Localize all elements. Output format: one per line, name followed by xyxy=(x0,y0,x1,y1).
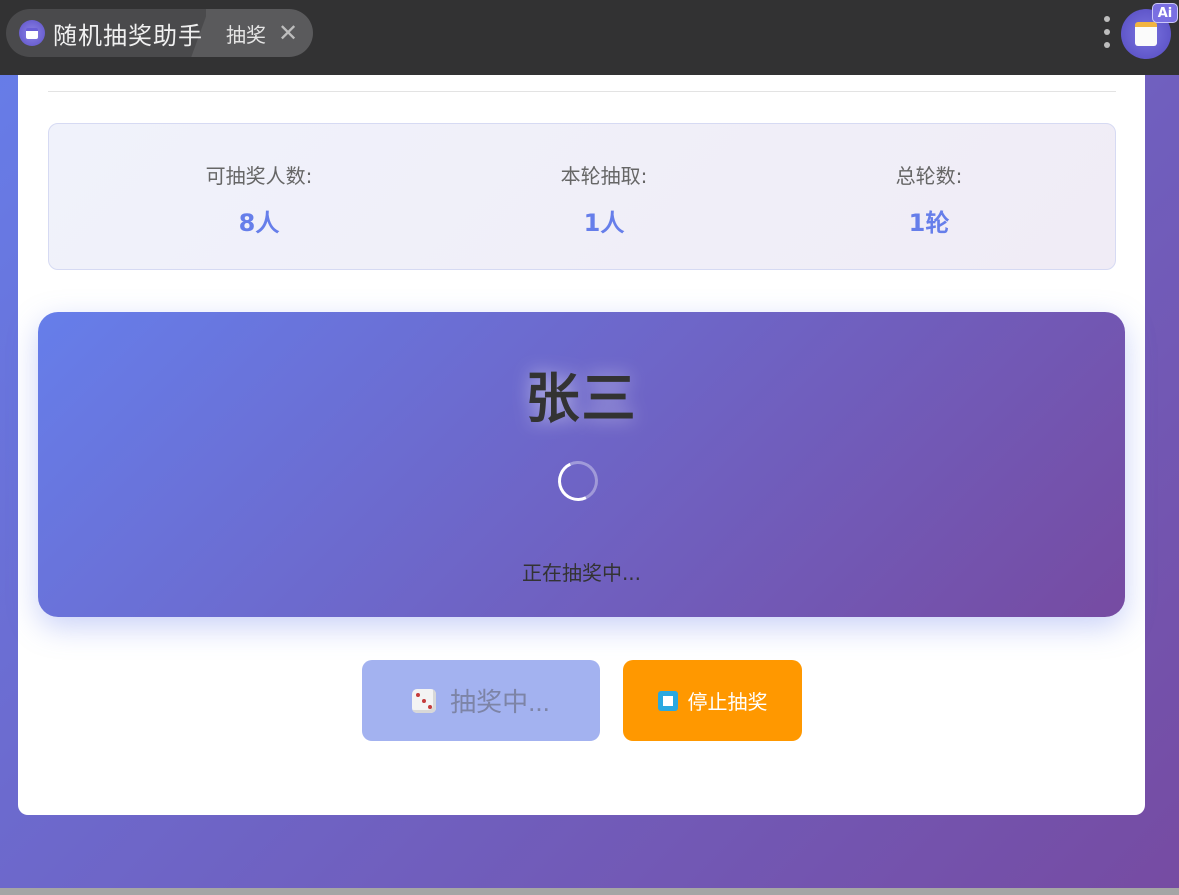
main-card: 可抽奖人数: 8人 本轮抽取: 1人 总轮数: 1轮 张三 正在抽奖中... 抽… xyxy=(18,75,1145,815)
dice-icon xyxy=(412,688,437,713)
window-bottom-edge xyxy=(0,888,1179,895)
draw-status-text: 正在抽奖中... xyxy=(521,561,642,585)
draw-button-label: 抽奖中... xyxy=(450,687,550,717)
app-calendar-icon xyxy=(19,20,45,46)
ai-badge: Ai xyxy=(1152,3,1178,23)
more-vertical-icon[interactable] xyxy=(1103,16,1111,48)
draw-button[interactable]: 抽奖中... xyxy=(362,660,600,741)
stat-total-rounds-label: 总轮数: xyxy=(895,164,963,188)
stop-button-label: 停止抽奖 xyxy=(687,692,768,714)
app-title: 随机抽奖助手 xyxy=(53,21,203,50)
stat-available-value: 8人 xyxy=(238,209,280,237)
draw-display-panel: 张三 正在抽奖中... xyxy=(38,312,1125,617)
stat-this-round-value: 1人 xyxy=(583,209,625,237)
tab-app-main[interactable]: 随机抽奖助手 xyxy=(6,9,226,57)
tab-lottery-label: 抽奖 xyxy=(226,22,266,47)
stats-panel: 可抽奖人数: 8人 本轮抽取: 1人 总轮数: 1轮 xyxy=(48,123,1116,270)
winner-name: 张三 xyxy=(525,367,638,430)
stat-this-round: 本轮抽取: 1人 xyxy=(479,160,729,238)
stat-available-label: 可抽奖人数: xyxy=(205,164,313,188)
stop-icon xyxy=(657,690,678,711)
stop-draw-button[interactable]: 停止抽奖 xyxy=(623,660,802,741)
divider xyxy=(48,91,1116,92)
title-bar: 随机抽奖助手 抽奖 ✕ Ai xyxy=(0,0,1179,75)
close-icon[interactable]: ✕ xyxy=(278,21,298,45)
stat-total-rounds: 总轮数: 1轮 xyxy=(804,160,1054,238)
stat-available: 可抽奖人数: 8人 xyxy=(134,160,384,238)
tab-lottery[interactable]: 抽奖 ✕ xyxy=(206,9,313,57)
stat-this-round-label: 本轮抽取: xyxy=(560,164,648,188)
stat-total-rounds-value: 1轮 xyxy=(908,209,950,237)
loading-spinner-icon xyxy=(552,455,604,507)
